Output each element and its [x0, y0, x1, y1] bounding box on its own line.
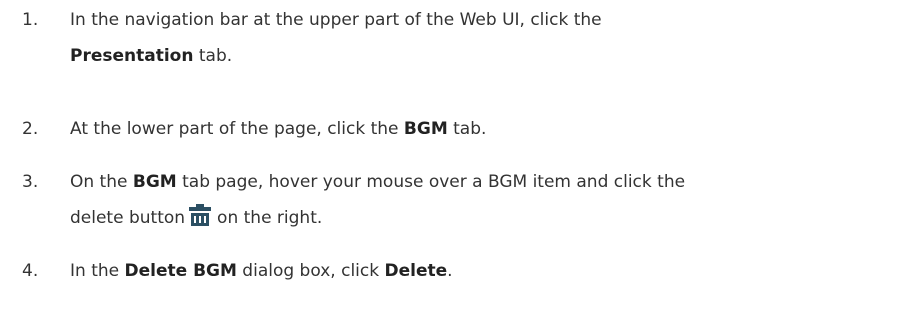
step-number: 3. [22, 172, 39, 192]
step-text: On the BGM tab page, hover your mouse ov… [70, 164, 870, 236]
step-text: In the navigation bar at the upper part … [70, 2, 870, 74]
step-line: In the Delete BGM dialog box, click Dele… [70, 253, 870, 289]
step-text-part: delete button [70, 208, 186, 228]
ui-term: BGM [403, 119, 448, 139]
step-text-part: dialog box, click [236, 261, 385, 281]
step-number: 4. [22, 261, 39, 281]
step-text-part: tab. [193, 46, 233, 66]
step-line: On the BGM tab page, hover your mouse ov… [70, 164, 870, 200]
step-text-part: On the [70, 172, 133, 192]
ui-term: Delete [384, 261, 448, 281]
step-text-part: tab page, hover your mouse over a BGM it… [176, 172, 686, 192]
step-text: At the lower part of the page, click the… [70, 111, 870, 147]
step-line: delete button on the right. [70, 200, 870, 236]
step-number: 1. [22, 10, 39, 30]
step-text-part: . [447, 261, 453, 281]
trash-delete-icon [189, 204, 212, 226]
step-number: 2. [22, 119, 39, 139]
step-line: Presentation tab. [70, 38, 870, 74]
step-line: At the lower part of the page, click the… [70, 111, 870, 147]
step-text-part: In the navigation bar at the upper part … [70, 10, 602, 30]
ui-term: Delete BGM [124, 261, 237, 281]
step-text-part: tab. [447, 119, 487, 139]
step-text-part: At the lower part of the page, click the [70, 119, 404, 139]
step-text: In the Delete BGM dialog box, click Dele… [70, 253, 870, 289]
step-line: In the navigation bar at the upper part … [70, 2, 870, 38]
ui-term: BGM [132, 172, 177, 192]
step-text-part: In the [70, 261, 125, 281]
step-text-part: on the right. [217, 208, 323, 228]
ui-term: Presentation [70, 46, 194, 66]
